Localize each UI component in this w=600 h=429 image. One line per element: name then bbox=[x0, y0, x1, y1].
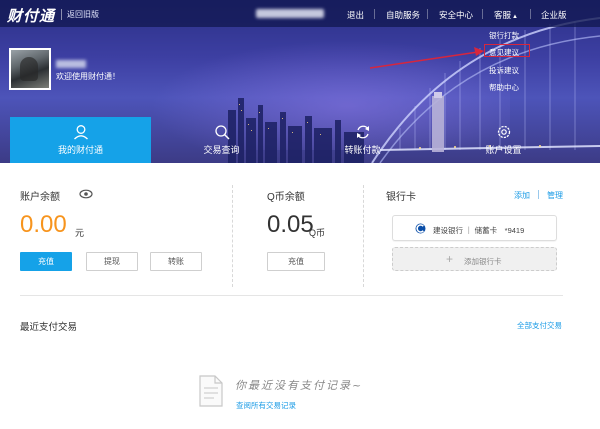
transfer-icon bbox=[356, 125, 369, 139]
qcoin-recharge-button[interactable]: 充值 bbox=[267, 252, 325, 271]
qcoin-amount: 0.05 bbox=[267, 211, 314, 238]
tab-label: 我的财付通 bbox=[57, 145, 103, 155]
tab-label: 转账付款 bbox=[344, 145, 381, 155]
tab-account-settings[interactable]: 账户设置 bbox=[433, 117, 574, 163]
username-masked bbox=[56, 60, 86, 68]
qcoin-title: Q币余额 bbox=[267, 192, 305, 203]
header-banner: 财付通 返回旧版 退出 自助服务 安全中心 客服▲ 企业版 银行打款 意见建议 … bbox=[0, 0, 600, 163]
avatar[interactable] bbox=[9, 48, 51, 90]
tab-my-tenpay[interactable]: 我的财付通 bbox=[10, 117, 151, 163]
bank-card-text: 建设银行 ｜ 储蓄卡 *9419 bbox=[433, 226, 525, 235]
plus-icon: + bbox=[446, 252, 454, 266]
balance-title: 账户余额 bbox=[20, 192, 60, 203]
link-divider bbox=[538, 190, 539, 199]
balance-amount: 0.00 bbox=[20, 211, 67, 238]
content-divider bbox=[20, 295, 563, 296]
welcome-text: 欢迎使用财付通！ bbox=[56, 72, 120, 81]
recent-transactions-title: 最近支付交易 bbox=[20, 322, 78, 333]
manage-bank-link[interactable]: 管理 bbox=[547, 190, 563, 201]
section-divider bbox=[363, 185, 364, 287]
gear-icon bbox=[497, 125, 510, 139]
balance-unit: 元 bbox=[75, 228, 85, 238]
add-bank-card-label: 添加银行卡 bbox=[464, 257, 502, 266]
transfer-button[interactable]: 转账 bbox=[150, 252, 202, 271]
eye-icon[interactable] bbox=[79, 189, 93, 199]
bank-title: 银行卡 bbox=[386, 192, 416, 203]
all-transactions-link[interactable]: 全部支付交易 bbox=[517, 320, 562, 331]
main-tabs: 我的财付通 交易查询 转账付款 账户设置 bbox=[0, 117, 600, 163]
main-content: 账户余额 0.00 元 充值 提现 转账 Q币余额 0.05 Q币 充值 银行卡… bbox=[0, 163, 600, 429]
recharge-button[interactable]: 充值 bbox=[20, 252, 72, 271]
qcoin-unit: Q币 bbox=[309, 228, 326, 238]
withdraw-button[interactable]: 提现 bbox=[86, 252, 138, 271]
empty-state-text: 你最近没有支付记录~ bbox=[235, 379, 364, 392]
tab-label: 交易查询 bbox=[203, 145, 240, 155]
tab-label: 账户设置 bbox=[485, 145, 522, 155]
section-divider bbox=[232, 185, 233, 287]
search-icon bbox=[214, 125, 230, 140]
tab-transfer-payment[interactable]: 转账付款 bbox=[292, 117, 433, 163]
document-icon bbox=[199, 375, 223, 407]
add-bank-link[interactable]: 添加 bbox=[514, 190, 530, 201]
tab-transaction-query[interactable]: 交易查询 bbox=[151, 117, 292, 163]
bank-card-ccb[interactable]: 建设银行 ｜ 储蓄卡 *9419 bbox=[392, 215, 557, 241]
user-icon bbox=[73, 125, 88, 140]
view-all-records-link[interactable]: 查阅所有交易记录 bbox=[236, 400, 296, 411]
add-bank-card-button[interactable]: + 添加银行卡 bbox=[392, 247, 557, 271]
ccb-logo-icon bbox=[415, 223, 426, 234]
